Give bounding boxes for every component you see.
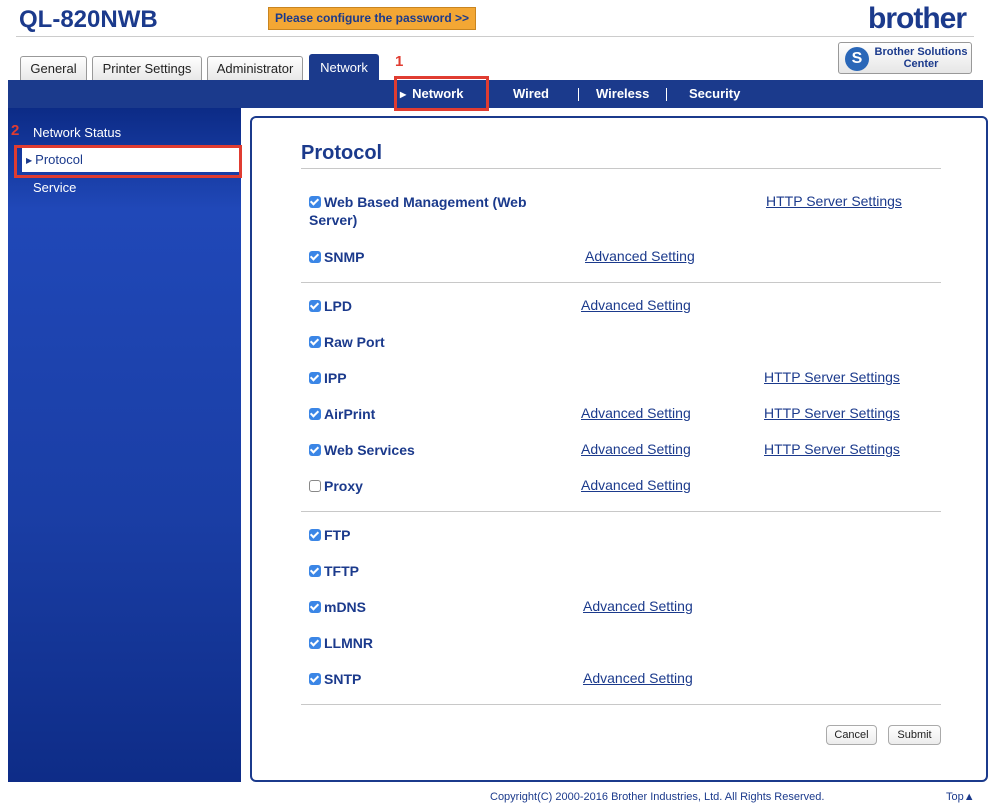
mdns-checkbox[interactable] <box>309 601 321 613</box>
ipp-http-link[interactable]: HTTP Server Settings <box>764 369 900 385</box>
protocol-row-tftp: TFTP <box>309 562 359 580</box>
annotation-number-1: 1 <box>395 53 404 70</box>
ipp-label: IPP <box>324 370 347 386</box>
network-subnav: ▶ Network Wired Wireless Security <box>8 80 983 108</box>
protocol-row-ftp: FTP <box>309 526 350 544</box>
sntp-checkbox[interactable] <box>309 673 321 685</box>
lpd-advanced-link[interactable]: Advanced Setting <box>581 297 691 313</box>
airprint-advanced-link[interactable]: Advanced Setting <box>581 405 691 421</box>
solutions-center-button[interactable]: S Brother Solutions Center <box>838 42 972 74</box>
lpd-checkbox[interactable] <box>309 300 321 312</box>
subnav-wired[interactable]: Wired <box>513 80 549 108</box>
protocol-row-web-services: Web Services <box>309 441 415 459</box>
sntp-advanced-link[interactable]: Advanced Setting <box>583 670 693 686</box>
mdns-label: mDNS <box>324 599 367 615</box>
subnav-separator <box>666 88 667 101</box>
mdns-advanced-link[interactable]: Advanced Setting <box>583 598 693 614</box>
sntp-label: SNTP <box>324 671 362 687</box>
tab-administrator[interactable]: Administrator <box>207 56 303 80</box>
llmnr-checkbox[interactable] <box>309 637 321 649</box>
protocol-row-snmp: SNMP <box>309 248 364 266</box>
subnav-separator <box>578 88 579 101</box>
raw-port-checkbox[interactable] <box>309 336 321 348</box>
tab-general[interactable]: General <box>20 56 87 80</box>
airprint-label: AirPrint <box>324 406 376 422</box>
section-divider <box>301 511 941 512</box>
section-divider <box>301 704 941 705</box>
raw-port-label: Raw Port <box>324 334 385 350</box>
proxy-label: Proxy <box>324 478 363 494</box>
web-based-management-http-link[interactable]: HTTP Server Settings <box>766 193 902 209</box>
title-divider <box>301 168 941 169</box>
protocol-row-raw-port: Raw Port <box>309 333 385 351</box>
footer: Copyright(C) 2000-2016 Brother Industrie… <box>0 788 991 810</box>
sidebar-item-service[interactable]: Service <box>33 180 76 195</box>
airprint-checkbox[interactable] <box>309 408 321 420</box>
proxy-advanced-link[interactable]: Advanced Setting <box>581 477 691 493</box>
model-name: QL-820NWB <box>19 6 158 33</box>
airprint-http-link[interactable]: HTTP Server Settings <box>764 405 900 421</box>
protocol-row-airprint: AirPrint <box>309 405 375 423</box>
header-divider <box>16 36 974 37</box>
tftp-checkbox[interactable] <box>309 565 321 577</box>
submit-button[interactable]: Submit <box>888 725 941 745</box>
copyright-text: Copyright(C) 2000-2016 Brother Industrie… <box>490 791 825 803</box>
sidebar: Network Status ▶ Protocol Service <box>8 108 243 782</box>
web-services-advanced-link[interactable]: Advanced Setting <box>581 441 691 457</box>
lpd-label: LPD <box>324 298 352 314</box>
subnav-wireless[interactable]: Wireless <box>596 80 649 108</box>
web-services-label: Web Services <box>324 442 415 458</box>
protocol-row-proxy: Proxy <box>309 477 363 495</box>
annotation-number-2: 2 <box>11 122 20 139</box>
web-based-management-label: Web Based Management (Web Server) <box>309 194 527 228</box>
annotation-box-1 <box>394 76 489 111</box>
protocol-row-mdns: mDNS <box>309 598 366 616</box>
password-notice-button[interactable]: Please configure the password >> <box>268 7 476 30</box>
protocol-row-sntp: SNTP <box>309 670 361 688</box>
protocol-row-web-based-management: Web Based Management (Web Server) <box>309 193 549 229</box>
llmnr-label: LLMNR <box>324 635 373 651</box>
ipp-checkbox[interactable] <box>309 372 321 384</box>
solutions-center-label: Brother Solutions Center <box>874 46 968 70</box>
snmp-advanced-link[interactable]: Advanced Setting <box>585 248 695 264</box>
section-divider <box>301 282 941 283</box>
subnav-security[interactable]: Security <box>689 80 740 108</box>
ftp-checkbox[interactable] <box>309 529 321 541</box>
protocol-row-ipp: IPP <box>309 369 347 387</box>
web-services-http-link[interactable]: HTTP Server Settings <box>764 441 900 457</box>
tab-network[interactable]: Network <box>309 54 379 80</box>
top-link[interactable]: Top▲ <box>946 791 975 803</box>
tftp-label: TFTP <box>324 563 359 579</box>
annotation-box-2 <box>14 145 242 178</box>
tab-printer-settings[interactable]: Printer Settings <box>92 56 202 80</box>
ftp-label: FTP <box>324 527 351 543</box>
brother-logo: brother <box>868 2 967 35</box>
snmp-checkbox[interactable] <box>309 251 321 263</box>
solutions-center-icon: S <box>845 47 869 71</box>
protocol-row-llmnr: LLMNR <box>309 634 373 652</box>
snmp-label: SNMP <box>324 249 365 265</box>
cancel-button[interactable]: Cancel <box>826 725 877 745</box>
proxy-checkbox[interactable] <box>309 480 321 492</box>
main-panel: Protocol Web Based Management (Web Serve… <box>250 116 988 782</box>
web-services-checkbox[interactable] <box>309 444 321 456</box>
web-based-management-checkbox[interactable] <box>309 196 321 208</box>
protocol-row-lpd: LPD <box>309 297 352 315</box>
sidebar-item-network-status[interactable]: Network Status <box>33 125 121 140</box>
page-title: Protocol <box>301 142 383 164</box>
